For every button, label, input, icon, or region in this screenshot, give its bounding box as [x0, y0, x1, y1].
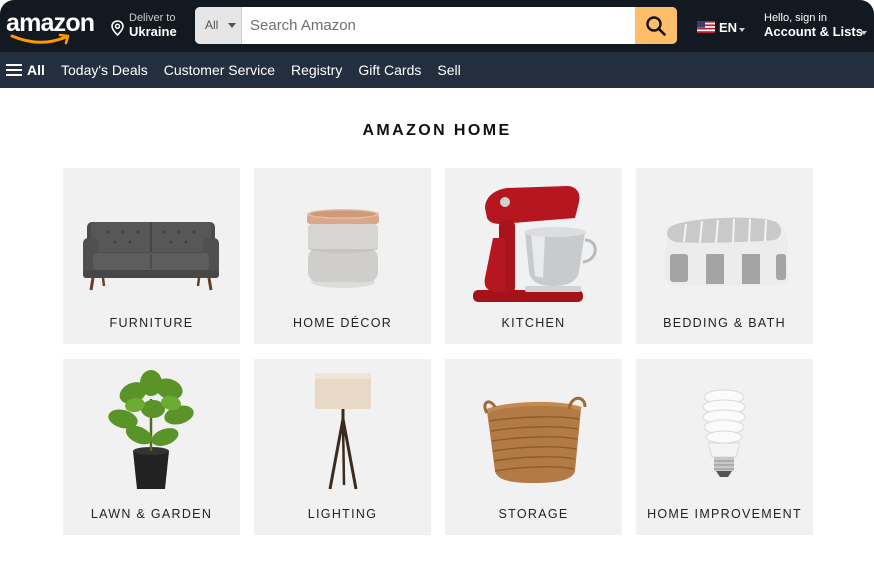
- nav-bar: All Today's Deals Customer Service Regis…: [0, 52, 874, 88]
- category-label: FURNITURE: [109, 316, 194, 330]
- nav-link-todays-deals[interactable]: Today's Deals: [61, 62, 148, 78]
- category-tile-lawn-garden[interactable]: LAWN & GARDEN: [63, 359, 240, 535]
- category-tile-bedding-bath[interactable]: BEDDING & BATH: [636, 168, 813, 344]
- nav-links: Today's Deals Customer Service Registry …: [61, 52, 477, 88]
- all-menu-label: All: [27, 62, 45, 78]
- nav-link-sell[interactable]: Sell: [437, 62, 460, 78]
- top-header: amazon Deliver to Ukraine All Search Ama…: [0, 0, 874, 52]
- language-label: EN: [719, 20, 738, 35]
- search-category-label: All: [205, 18, 219, 32]
- category-grid: FURNITURE HOME DÉCOR KITCHEN BEDDING & B…: [63, 168, 813, 536]
- account-menu[interactable]: Hello, sign in Account & Lists: [763, 11, 871, 41]
- caret-down-icon: [228, 23, 236, 28]
- hamburger-menu-icon: [6, 64, 22, 76]
- stand-mixer-image: [473, 186, 597, 302]
- search-icon: [646, 16, 666, 36]
- nav-link-registry[interactable]: Registry: [291, 62, 342, 78]
- category-tile-kitchen[interactable]: KITCHEN: [445, 168, 622, 344]
- amazon-home-page: amazon Deliver to Ukraine All Search Ama…: [0, 0, 874, 565]
- category-tile-furniture[interactable]: FURNITURE: [63, 168, 240, 344]
- category-label: HOME DÉCOR: [292, 316, 393, 330]
- us-flag-icon: [697, 21, 715, 33]
- nav-link-customer-service[interactable]: Customer Service: [164, 62, 275, 78]
- logo-smile-icon: [10, 33, 70, 45]
- search-category-dropdown[interactable]: All: [195, 7, 242, 44]
- caret-down-icon: [739, 28, 745, 32]
- category-label: BEDDING & BATH: [663, 316, 786, 330]
- category-label: HOME IMPROVEMENT: [647, 507, 802, 521]
- category-label: STORAGE: [498, 507, 569, 521]
- category-tile-home-improvement[interactable]: HOME IMPROVEMENT: [636, 359, 813, 535]
- comforter-image: [664, 217, 788, 286]
- all-menu-button[interactable]: All: [6, 52, 45, 88]
- search-bar: All: [195, 7, 677, 44]
- account-lists-label: Account & Lists: [764, 24, 863, 39]
- category-label: LAWN & GARDEN: [90, 507, 213, 521]
- category-tile-storage[interactable]: STORAGE: [445, 359, 622, 535]
- deliver-to-location[interactable]: Deliver to Ukraine: [111, 11, 185, 41]
- greeting-text: Hello, sign in: [764, 12, 827, 24]
- light-bulb-image: [702, 389, 746, 477]
- potted-plant-image: [108, 370, 194, 489]
- location-pin-icon: [111, 20, 124, 36]
- deliver-to-label: Deliver to: [129, 12, 176, 24]
- category-label: KITCHEN: [501, 316, 566, 330]
- language-selector[interactable]: EN: [697, 18, 749, 36]
- basket-image: [483, 396, 587, 483]
- page-title: AMAZON HOME: [362, 122, 512, 139]
- decor-jar-image: [307, 209, 379, 288]
- category-label: LIGHTING: [307, 507, 378, 521]
- amazon-logo[interactable]: amazon: [6, 8, 98, 45]
- floor-lamp-image: [315, 373, 371, 490]
- search-button[interactable]: [635, 7, 677, 44]
- category-tile-home-decor[interactable]: HOME DÉCOR: [254, 168, 431, 344]
- search-input[interactable]: [243, 7, 635, 44]
- category-tile-lighting[interactable]: LIGHTING: [254, 359, 431, 535]
- deliver-country: Ukraine: [129, 24, 177, 39]
- caret-down-icon: [861, 31, 867, 35]
- nav-link-gift-cards[interactable]: Gift Cards: [358, 62, 421, 78]
- sofa-image: [83, 222, 219, 291]
